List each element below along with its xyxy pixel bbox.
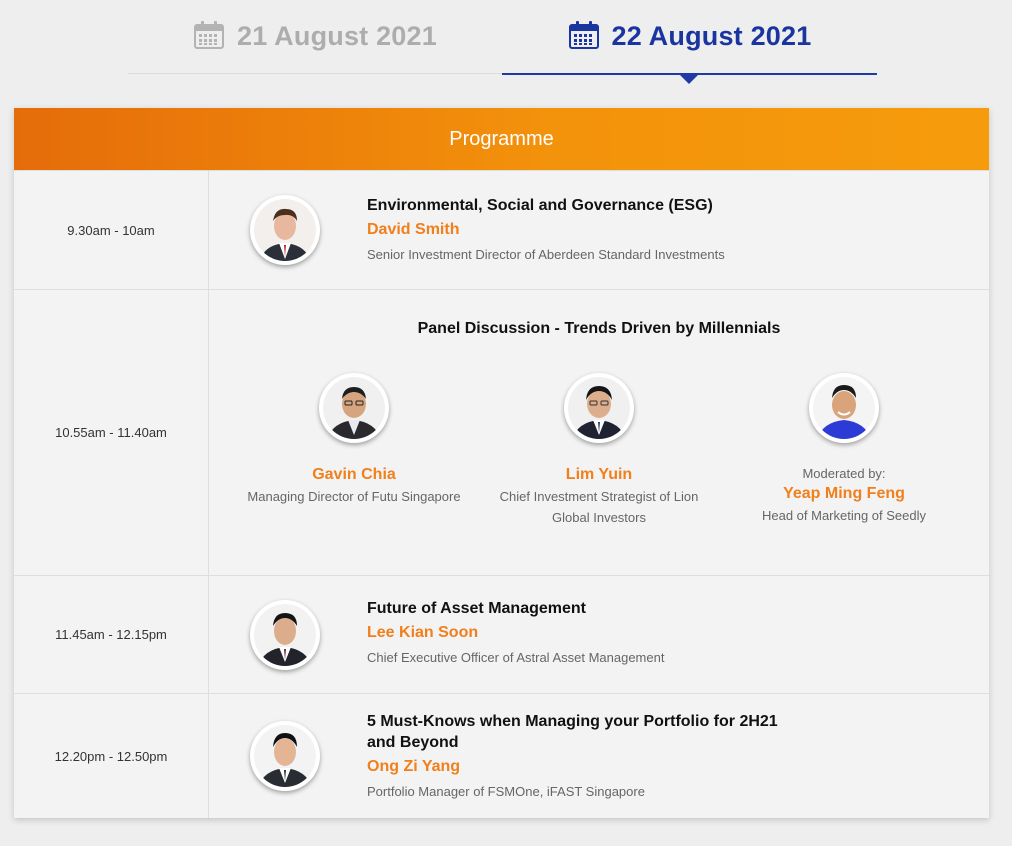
speaker-photo: [254, 604, 316, 666]
panelist-role: Chief Investment Strategist of Lion: [499, 489, 699, 504]
panelist-photo: [568, 377, 630, 439]
speaker-avatar: [250, 195, 320, 265]
session-time: 11.45am - 12.15pm: [14, 576, 209, 693]
tab-label: 22 August 2021: [611, 21, 812, 51]
session-title: Future of Asset Management: [367, 600, 586, 617]
speaker-photo: [254, 725, 316, 787]
calendar-icon: [568, 21, 599, 49]
date-tabs: 21 August 2021 22 August 2021: [128, 0, 877, 84]
session-row: 10.55am - 11.40am Panel Discussion - Tre…: [14, 289, 989, 575]
panelist-name: Gavin Chia: [312, 466, 396, 483]
tab-22-august[interactable]: 22 August 2021: [502, 0, 877, 75]
moderator-name: Yeap Ming Feng: [783, 485, 905, 502]
session-time: 9.30am - 10am: [14, 171, 209, 289]
panelist-role: Global Investors: [552, 510, 646, 525]
panelist: Gavin Chia Managing Director of Futu Sin…: [239, 464, 469, 507]
moderator: Moderated by: Yeap Ming Feng Head of Mar…: [729, 464, 959, 526]
programme-card: Programme 9.30am - 10am Environmental, S…: [14, 108, 989, 818]
session-row: 12.20pm - 12.50pm 5 Must-Knows when Mana…: [14, 693, 989, 818]
speaker-avatar: [250, 600, 320, 670]
session-content: Environmental, Social and Governance (ES…: [209, 171, 989, 289]
session-content: Panel Discussion - Trends Driven by Mill…: [209, 290, 989, 575]
panelist-avatar: [564, 373, 634, 443]
speaker-avatar: [250, 721, 320, 791]
speaker-name: Ong Zi Yang: [367, 758, 461, 775]
session-time: 10.55am - 11.40am: [14, 290, 209, 575]
calendar-icon: [194, 21, 225, 49]
speaker-role: Portfolio Manager of FSMOne, iFAST Singa…: [367, 784, 645, 799]
speaker-name: David Smith: [367, 221, 460, 238]
speaker-photo: [254, 199, 316, 261]
programme-title: Programme: [449, 127, 554, 150]
panelist: Lim Yuin Chief Investment Strategist of …: [484, 464, 714, 528]
session-title: Environmental, Social and Governance (ES…: [367, 197, 713, 214]
speaker-role: Chief Executive Officer of Astral Asset …: [367, 650, 665, 665]
tab-label: 21 August 2021: [237, 21, 437, 51]
session-title: Panel Discussion - Trends Driven by Mill…: [417, 320, 781, 337]
panelist-photo: [323, 377, 385, 439]
panelist-role: Managing Director of Futu Singapore: [247, 489, 461, 504]
moderator-role: Head of Marketing of Seedly: [761, 508, 927, 523]
speaker-name: Lee Kian Soon: [367, 624, 479, 641]
programme-header: Programme: [14, 108, 989, 170]
moderator-prefix: Moderated by:: [802, 466, 886, 481]
tab-21-august[interactable]: 21 August 2021: [128, 0, 502, 74]
session-content: Future of Asset Management Lee Kian Soon…: [209, 576, 989, 693]
session-title-line: 5 Must-Knows when Managing your Portfoli…: [367, 713, 778, 730]
session-content: 5 Must-Knows when Managing your Portfoli…: [209, 694, 989, 818]
active-tab-indicator: [679, 74, 699, 84]
moderator-avatar: [809, 373, 879, 443]
session-row: 9.30am - 10am Environmental, Social and …: [14, 170, 989, 289]
moderator-photo: [813, 377, 875, 439]
panelist-name: Lim Yuin: [565, 466, 633, 483]
panelist-avatar: [319, 373, 389, 443]
session-row: 11.45am - 12.15pm Future of Asset Manage…: [14, 575, 989, 693]
session-title-line: and Beyond: [367, 734, 459, 751]
speaker-role: Senior Investment Director of Aberdeen S…: [367, 247, 725, 262]
session-time: 12.20pm - 12.50pm: [14, 694, 209, 818]
